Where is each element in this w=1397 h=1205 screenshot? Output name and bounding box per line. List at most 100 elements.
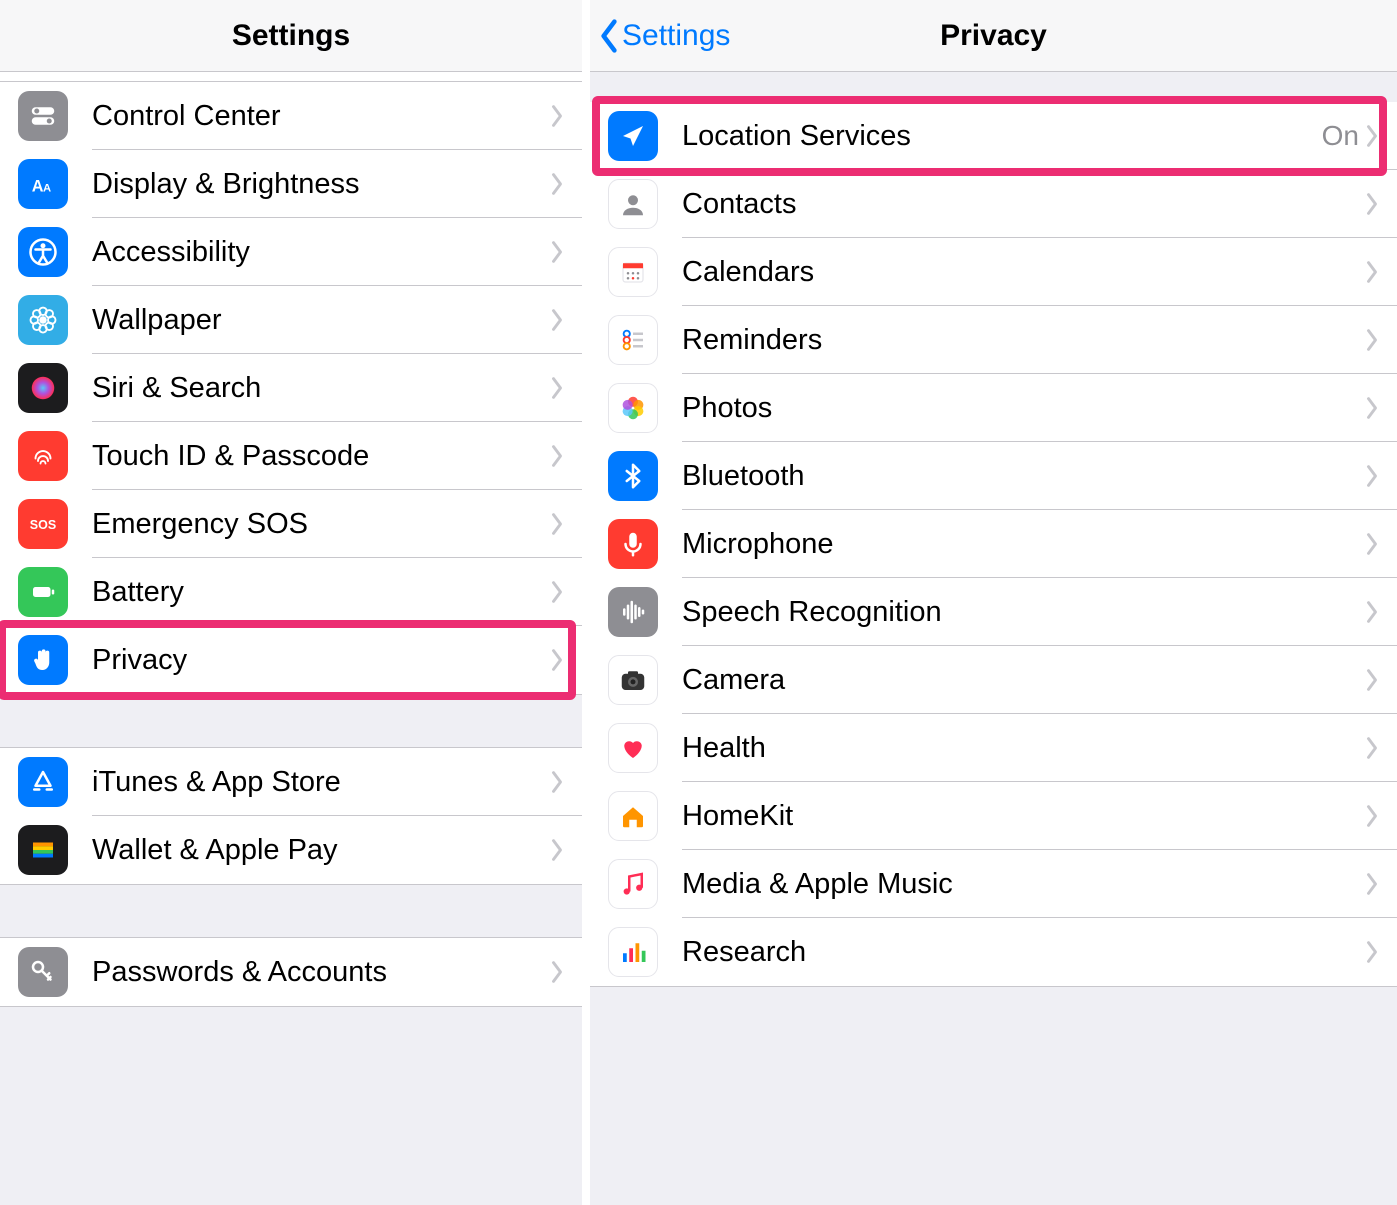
chevron-right-icon (1365, 396, 1379, 420)
row-label-privacy: Privacy (92, 644, 550, 677)
chevron-right-icon (550, 172, 564, 196)
row-label-display: Display & Brightness (92, 168, 550, 201)
svg-text:SOS: SOS (30, 518, 56, 532)
row-sos[interactable]: SOS Emergency SOS (0, 490, 582, 558)
location-icon (608, 111, 658, 161)
chevron-right-icon (1365, 940, 1379, 964)
row-location[interactable]: Location Services On (590, 102, 1397, 170)
row-label-calendars: Calendars (682, 256, 1365, 289)
row-label-media: Media & Apple Music (682, 868, 1365, 901)
back-label: Settings (622, 19, 730, 53)
row-label-homekit: HomeKit (682, 800, 1365, 833)
chevron-right-icon (1365, 532, 1379, 556)
svg-text:A: A (43, 183, 51, 195)
aa-icon: AA (18, 159, 68, 209)
row-label-siri: Siri & Search (92, 372, 550, 405)
row-label-camera: Camera (682, 664, 1365, 697)
row-label-bluetooth: Bluetooth (682, 460, 1365, 493)
chevron-right-icon (550, 308, 564, 332)
chevron-right-icon (550, 838, 564, 862)
row-reminders[interactable]: Reminders (590, 306, 1397, 374)
settings-panel: Settings Control Center AA Display & Bri… (0, 0, 590, 1205)
row-label-health: Health (682, 732, 1365, 765)
row-wallet[interactable]: Wallet & Apple Pay (0, 816, 582, 884)
row-label-battery: Battery (92, 576, 550, 609)
photos-icon (608, 383, 658, 433)
siri-icon (18, 363, 68, 413)
hand-icon (18, 635, 68, 685)
contacts-icon (608, 179, 658, 229)
chevron-right-icon (1365, 192, 1379, 216)
privacy-title: Privacy (940, 19, 1047, 53)
row-touchid[interactable]: Touch ID & Passcode (0, 422, 582, 490)
chevron-right-icon (550, 770, 564, 794)
row-label-contacts: Contacts (682, 188, 1365, 221)
row-label-reminders: Reminders (682, 324, 1365, 357)
row-media[interactable]: Media & Apple Music (590, 850, 1397, 918)
chevron-right-icon (1365, 600, 1379, 624)
toggles-icon (18, 91, 68, 141)
back-button[interactable]: Settings (598, 18, 730, 54)
bluetooth-icon (608, 451, 658, 501)
row-contacts[interactable]: Contacts (590, 170, 1397, 238)
settings-title: Settings (232, 19, 350, 53)
heart-icon (608, 723, 658, 773)
row-label-sos: Emergency SOS (92, 508, 550, 541)
chevron-right-icon (1365, 872, 1379, 896)
row-display[interactable]: AA Display & Brightness (0, 150, 582, 218)
chevron-right-icon (1365, 736, 1379, 760)
row-bluetooth[interactable]: Bluetooth (590, 442, 1397, 510)
row-privacy[interactable]: Privacy (0, 626, 582, 694)
chevron-right-icon (1365, 124, 1379, 148)
sos-icon: SOS (18, 499, 68, 549)
row-camera[interactable]: Camera (590, 646, 1397, 714)
camera-icon (608, 655, 658, 705)
chevron-right-icon (550, 648, 564, 672)
flower-icon (18, 295, 68, 345)
row-homekit[interactable]: HomeKit (590, 782, 1397, 850)
wallet-icon (18, 825, 68, 875)
row-label-control-center: Control Center (92, 100, 550, 133)
reminders-icon (608, 315, 658, 365)
calendar-icon (608, 247, 658, 297)
row-detail-location: On (1322, 120, 1359, 152)
access-icon (18, 227, 68, 277)
music-icon (608, 859, 658, 909)
row-health[interactable]: Health (590, 714, 1397, 782)
row-label-research: Research (682, 936, 1365, 969)
row-speech[interactable]: Speech Recognition (590, 578, 1397, 646)
chevron-right-icon (550, 444, 564, 468)
row-photos[interactable]: Photos (590, 374, 1397, 442)
row-itunes[interactable]: iTunes & App Store (0, 748, 582, 816)
key-icon (18, 947, 68, 997)
chevron-right-icon (1365, 464, 1379, 488)
chevron-right-icon (1365, 260, 1379, 284)
bars-icon (608, 927, 658, 977)
row-microphone[interactable]: Microphone (590, 510, 1397, 578)
row-passwords[interactable]: Passwords & Accounts (0, 938, 582, 1006)
row-research[interactable]: Research (590, 918, 1397, 986)
chevron-right-icon (550, 580, 564, 604)
svg-text:A: A (32, 178, 44, 196)
battery-icon (18, 567, 68, 617)
chevron-right-icon (1365, 668, 1379, 692)
row-siri[interactable]: Siri & Search (0, 354, 582, 422)
chevron-right-icon (550, 376, 564, 400)
row-label-speech: Speech Recognition (682, 596, 1365, 629)
row-calendars[interactable]: Calendars (590, 238, 1397, 306)
row-label-location: Location Services (682, 120, 1322, 153)
chevron-right-icon (1365, 328, 1379, 352)
chevron-right-icon (550, 512, 564, 536)
wave-icon (608, 587, 658, 637)
row-wallpaper[interactable]: Wallpaper (0, 286, 582, 354)
row-accessibility[interactable]: Accessibility (0, 218, 582, 286)
row-label-itunes: iTunes & App Store (92, 766, 550, 799)
row-battery[interactable]: Battery (0, 558, 582, 626)
appstore-icon (18, 757, 68, 807)
chevron-right-icon (550, 240, 564, 264)
row-label-wallpaper: Wallpaper (92, 304, 550, 337)
home-icon (608, 791, 658, 841)
row-label-passwords: Passwords & Accounts (92, 956, 550, 989)
chevron-right-icon (550, 960, 564, 984)
row-control-center[interactable]: Control Center (0, 82, 582, 150)
